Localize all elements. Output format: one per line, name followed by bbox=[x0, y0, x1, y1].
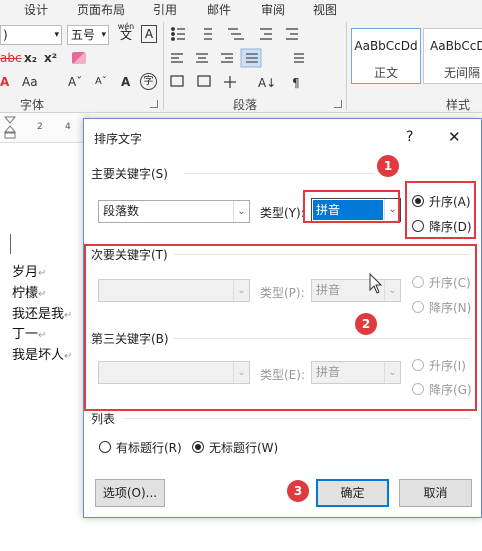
primary-key-label: 主要关键字(S) bbox=[91, 167, 168, 181]
ribbon: 设计 页面布局 引用 邮件 审阅 视图 ) ▾ 五号 ▾ wén 文 A abc x₂… bbox=[0, 0, 482, 113]
font-size-dropdown[interactable]: 五号 ▾ bbox=[67, 25, 109, 45]
character-border-icon[interactable]: A bbox=[141, 25, 157, 43]
chevron-down-icon: ▾ bbox=[101, 30, 106, 40]
strikethrough-icon[interactable]: abc bbox=[0, 49, 22, 67]
svg-text:A↓: A↓ bbox=[258, 76, 276, 90]
primary-type-label: 类型(Y): bbox=[260, 206, 305, 220]
primary-key-value: 段落数 bbox=[103, 204, 140, 218]
tab-design[interactable]: 设计 bbox=[24, 1, 48, 18]
highlight-box-secondary bbox=[84, 244, 477, 411]
change-case-icon[interactable]: Aa bbox=[22, 73, 38, 91]
list-label: 列表 bbox=[91, 412, 116, 426]
svg-text:¶: ¶ bbox=[292, 76, 300, 90]
options-button[interactable]: 选项(O)... bbox=[95, 479, 165, 507]
cancel-button[interactable]: 取消 bbox=[399, 479, 472, 507]
ruler: 2 4 bbox=[0, 113, 90, 143]
style-sample-text: AaBbCcDd bbox=[354, 39, 418, 53]
paragraph-dialog-launcher-icon[interactable] bbox=[334, 100, 342, 108]
highlight-box-type bbox=[303, 190, 400, 223]
text-cursor bbox=[10, 234, 11, 254]
help-button[interactable]: ? bbox=[406, 129, 413, 145]
no-header-radio[interactable] bbox=[192, 441, 204, 453]
chevron-down-icon: ▾ bbox=[54, 30, 59, 40]
doc-line: 我还是我↵ bbox=[12, 307, 73, 322]
indent-marker-icon[interactable] bbox=[4, 116, 16, 140]
style-normal[interactable]: AaBbCcDd 正文 bbox=[351, 28, 421, 84]
tab-references[interactable]: 引用 bbox=[153, 1, 177, 18]
tab-view[interactable]: 视图 bbox=[313, 1, 337, 18]
close-icon[interactable]: ✕ bbox=[448, 128, 461, 146]
primary-key-dropdown[interactable]: 段落数 ⌄ bbox=[98, 200, 250, 223]
group-separator bbox=[346, 22, 347, 110]
font-size-value: 五号 bbox=[71, 28, 96, 42]
style-name: 正文 bbox=[373, 66, 398, 80]
superscript-icon[interactable]: x² bbox=[44, 49, 57, 67]
ruler-number: 2 bbox=[37, 122, 43, 132]
highlight-box-order bbox=[405, 181, 476, 239]
step-badge-3: 3 bbox=[287, 480, 309, 502]
dialog-title: 排序文字 bbox=[94, 132, 143, 146]
style-sample-text: AaBbCcDd bbox=[430, 39, 482, 53]
clear-formatting-icon[interactable] bbox=[72, 52, 86, 64]
character-shading-icon[interactable]: A bbox=[121, 73, 130, 91]
font-dialog-launcher-icon[interactable] bbox=[150, 100, 158, 108]
has-header-radio[interactable] bbox=[99, 441, 111, 453]
step-badge-1: 1 bbox=[377, 155, 399, 177]
phonetic-guide-icon[interactable]: wén 文 bbox=[116, 22, 136, 46]
text-effects-icon[interactable]: A bbox=[0, 73, 9, 91]
group-separator bbox=[163, 22, 164, 110]
paragraph-icons: A↓ ¶ bbox=[170, 27, 304, 90]
font-name-dropdown[interactable]: ) ▾ bbox=[0, 25, 62, 45]
style-no-spacing[interactable]: AaBbCcDd 无间隔 bbox=[423, 28, 482, 84]
chevron-down-icon: ⌄ bbox=[233, 201, 249, 222]
tab-page-layout[interactable]: 页面布局 bbox=[77, 1, 125, 18]
tab-mailings[interactable]: 邮件 bbox=[207, 1, 231, 18]
ok-button[interactable]: 确定 bbox=[316, 479, 389, 507]
ruler-number: 4 bbox=[65, 122, 71, 132]
divider bbox=[184, 173, 374, 174]
enclose-character-icon[interactable]: 字 bbox=[140, 73, 157, 90]
tab-review[interactable]: 审阅 bbox=[261, 1, 285, 18]
group-label-styles: 样式 bbox=[446, 98, 471, 112]
no-header-label[interactable]: 无标题行(W) bbox=[209, 439, 278, 456]
style-name: 无间隔 bbox=[444, 66, 481, 80]
doc-line: 柠檬↵ bbox=[12, 286, 47, 301]
has-header-label[interactable]: 有标题行(R) bbox=[116, 439, 182, 456]
doc-line: 岁月↵ bbox=[12, 265, 47, 280]
group-label-paragraph: 段落 bbox=[233, 98, 258, 112]
group-label-font: 字体 bbox=[20, 98, 45, 112]
font-name-value: ) bbox=[3, 28, 8, 42]
doc-line: 丁一↵ bbox=[12, 327, 47, 342]
step-badge-2: 2 bbox=[355, 313, 377, 335]
divider bbox=[124, 418, 470, 419]
grow-font-icon[interactable]: Aˇ bbox=[68, 73, 82, 91]
subscript-icon[interactable]: x₂ bbox=[24, 49, 37, 67]
doc-line: 我是坏人↵ bbox=[12, 348, 73, 363]
shrink-font-icon[interactable]: Aˇ bbox=[95, 73, 107, 91]
